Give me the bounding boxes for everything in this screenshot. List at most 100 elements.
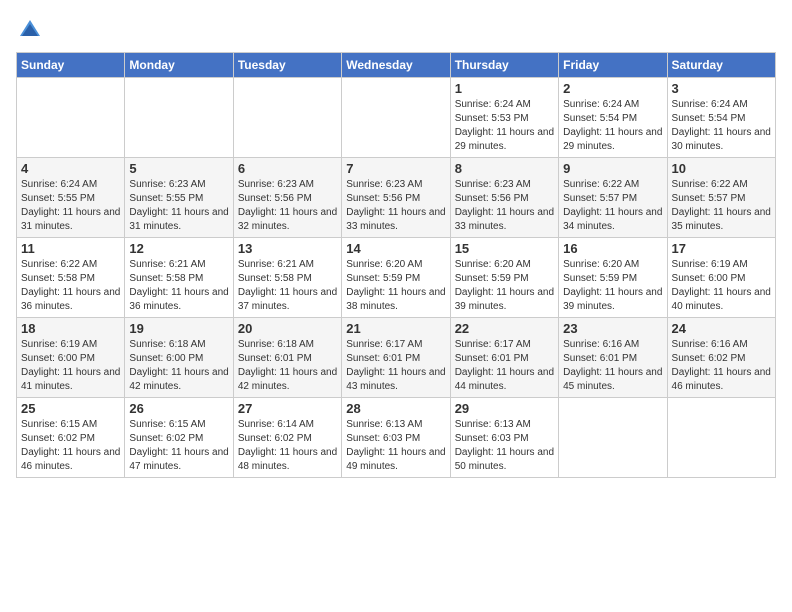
calendar: SundayMondayTuesdayWednesdayThursdayFrid… xyxy=(16,52,776,478)
day-info: Sunrise: 6:19 AMSunset: 6:00 PMDaylight:… xyxy=(21,338,120,394)
header-sunday: Sunday xyxy=(17,53,125,78)
header xyxy=(16,16,776,44)
day-number: 22 xyxy=(455,321,554,336)
calendar-cell: 13 Sunrise: 6:21 AMSunset: 5:58 PMDayligh… xyxy=(233,238,341,318)
day-info: Sunrise: 6:21 AMSunset: 5:58 PMDaylight:… xyxy=(238,258,337,314)
calendar-cell: 10 Sunrise: 6:22 AMSunset: 5:57 PMDayligh… xyxy=(667,158,775,238)
calendar-cell: 1Sunrise: 6:24 AMSunset: 5:53 PMDaylight… xyxy=(450,78,558,158)
day-info: Sunrise: 6:15 AMSunset: 6:02 PMDaylight:… xyxy=(129,418,228,474)
calendar-cell: 17 Sunrise: 6:19 AMSunset: 6:00 PMDayligh… xyxy=(667,238,775,318)
day-info: Sunrise: 6:23 AMSunset: 5:56 PMDaylight:… xyxy=(455,178,554,234)
calendar-cell: 22 Sunrise: 6:17 AMSunset: 6:01 PMDayligh… xyxy=(450,318,558,398)
calendar-cell: 21 Sunrise: 6:17 AMSunset: 6:01 PMDayligh… xyxy=(342,318,450,398)
page: SundayMondayTuesdayWednesdayThursdayFrid… xyxy=(0,0,792,612)
day-info: Sunrise: 6:16 AMSunset: 6:02 PMDaylight:… xyxy=(672,338,771,394)
day-info: Sunrise: 6:24 AMSunset: 5:54 PMDaylight:… xyxy=(563,98,662,154)
day-number: 26 xyxy=(129,401,228,416)
day-number: 11 xyxy=(21,241,120,256)
day-info: Sunrise: 6:17 AMSunset: 6:01 PMDaylight:… xyxy=(346,338,445,394)
day-number: 21 xyxy=(346,321,445,336)
calendar-header-row: SundayMondayTuesdayWednesdayThursdayFrid… xyxy=(17,53,776,78)
calendar-cell: 8 Sunrise: 6:23 AMSunset: 5:56 PMDaylight… xyxy=(450,158,558,238)
calendar-cell: 20 Sunrise: 6:18 AMSunset: 6:01 PMDayligh… xyxy=(233,318,341,398)
day-info: Sunrise: 6:18 AMSunset: 6:00 PMDaylight:… xyxy=(129,338,228,394)
day-number: 1 xyxy=(455,81,554,96)
calendar-cell: 26 Sunrise: 6:15 AMSunset: 6:02 PMDayligh… xyxy=(125,398,233,478)
week-row-3: 11 Sunrise: 6:22 AMSunset: 5:58 PMDayligh… xyxy=(17,238,776,318)
day-info: Sunrise: 6:20 AMSunset: 5:59 PMDaylight:… xyxy=(563,258,662,314)
day-number: 29 xyxy=(455,401,554,416)
calendar-cell: 2 Sunrise: 6:24 AMSunset: 5:54 PMDaylight… xyxy=(559,78,667,158)
calendar-cell xyxy=(125,78,233,158)
day-info: Sunrise: 6:14 AMSunset: 6:02 PMDaylight:… xyxy=(238,418,337,474)
calendar-cell xyxy=(342,78,450,158)
day-info: Sunrise: 6:20 AMSunset: 5:59 PMDaylight:… xyxy=(346,258,445,314)
day-number: 14 xyxy=(346,241,445,256)
day-number: 28 xyxy=(346,401,445,416)
calendar-cell: 4 Sunrise: 6:24 AMSunset: 5:55 PMDaylight… xyxy=(17,158,125,238)
day-number: 10 xyxy=(672,161,771,176)
day-info: Sunrise: 6:23 AMSunset: 5:56 PMDaylight:… xyxy=(346,178,445,234)
calendar-cell xyxy=(17,78,125,158)
week-row-4: 18Sunrise: 6:19 AMSunset: 6:00 PMDayligh… xyxy=(17,318,776,398)
day-number: 12 xyxy=(129,241,228,256)
day-number: 4 xyxy=(21,161,120,176)
day-number: 5 xyxy=(129,161,228,176)
calendar-cell: 9Sunrise: 6:22 AMSunset: 5:57 PMDaylight… xyxy=(559,158,667,238)
day-info: Sunrise: 6:19 AMSunset: 6:00 PMDaylight:… xyxy=(672,258,771,314)
calendar-cell: 24Sunrise: 6:16 AMSunset: 6:02 PMDayligh… xyxy=(667,318,775,398)
header-wednesday: Wednesday xyxy=(342,53,450,78)
day-info: Sunrise: 6:21 AMSunset: 5:58 PMDaylight:… xyxy=(129,258,228,314)
week-row-1: 1Sunrise: 6:24 AMSunset: 5:53 PMDaylight… xyxy=(17,78,776,158)
day-info: Sunrise: 6:23 AMSunset: 5:56 PMDaylight:… xyxy=(238,178,337,234)
calendar-cell: 15 Sunrise: 6:20 AMSunset: 5:59 PMDayligh… xyxy=(450,238,558,318)
calendar-cell: 7Sunrise: 6:23 AMSunset: 5:56 PMDaylight… xyxy=(342,158,450,238)
calendar-cell: 5 Sunrise: 6:23 AMSunset: 5:55 PMDaylight… xyxy=(125,158,233,238)
header-friday: Friday xyxy=(559,53,667,78)
calendar-cell: 18Sunrise: 6:19 AMSunset: 6:00 PMDayligh… xyxy=(17,318,125,398)
calendar-cell: 14 Sunrise: 6:20 AMSunset: 5:59 PMDayligh… xyxy=(342,238,450,318)
day-info: Sunrise: 6:17 AMSunset: 6:01 PMDaylight:… xyxy=(455,338,554,394)
day-number: 9 xyxy=(563,161,662,176)
day-number: 15 xyxy=(455,241,554,256)
calendar-cell xyxy=(559,398,667,478)
calendar-cell xyxy=(233,78,341,158)
day-info: Sunrise: 6:18 AMSunset: 6:01 PMDaylight:… xyxy=(238,338,337,394)
calendar-cell xyxy=(667,398,775,478)
day-number: 16 xyxy=(563,241,662,256)
day-number: 2 xyxy=(563,81,662,96)
day-info: Sunrise: 6:22 AMSunset: 5:57 PMDaylight:… xyxy=(672,178,771,234)
day-number: 3 xyxy=(672,81,771,96)
calendar-cell: 3Sunrise: 6:24 AMSunset: 5:54 PMDaylight… xyxy=(667,78,775,158)
header-tuesday: Tuesday xyxy=(233,53,341,78)
day-number: 27 xyxy=(238,401,337,416)
calendar-cell: 12 Sunrise: 6:21 AMSunset: 5:58 PMDayligh… xyxy=(125,238,233,318)
day-info: Sunrise: 6:23 AMSunset: 5:55 PMDaylight:… xyxy=(129,178,228,234)
calendar-cell: 28Sunrise: 6:13 AMSunset: 6:03 PMDayligh… xyxy=(342,398,450,478)
day-info: Sunrise: 6:13 AMSunset: 6:03 PMDaylight:… xyxy=(455,418,554,474)
calendar-cell: 16 Sunrise: 6:20 AMSunset: 5:59 PMDayligh… xyxy=(559,238,667,318)
day-number: 17 xyxy=(672,241,771,256)
day-number: 20 xyxy=(238,321,337,336)
week-row-2: 4 Sunrise: 6:24 AMSunset: 5:55 PMDaylight… xyxy=(17,158,776,238)
header-thursday: Thursday xyxy=(450,53,558,78)
day-info: Sunrise: 6:22 AMSunset: 5:58 PMDaylight:… xyxy=(21,258,120,314)
day-number: 19 xyxy=(129,321,228,336)
calendar-cell: 29 Sunrise: 6:13 AMSunset: 6:03 PMDayligh… xyxy=(450,398,558,478)
day-info: Sunrise: 6:20 AMSunset: 5:59 PMDaylight:… xyxy=(455,258,554,314)
calendar-cell: 23Sunrise: 6:16 AMSunset: 6:01 PMDayligh… xyxy=(559,318,667,398)
day-number: 6 xyxy=(238,161,337,176)
week-row-5: 25Sunrise: 6:15 AMSunset: 6:02 PMDayligh… xyxy=(17,398,776,478)
calendar-cell: 19 Sunrise: 6:18 AMSunset: 6:00 PMDayligh… xyxy=(125,318,233,398)
calendar-cell: 25Sunrise: 6:15 AMSunset: 6:02 PMDayligh… xyxy=(17,398,125,478)
day-info: Sunrise: 6:24 AMSunset: 5:55 PMDaylight:… xyxy=(21,178,120,234)
calendar-cell: 6 Sunrise: 6:23 AMSunset: 5:56 PMDaylight… xyxy=(233,158,341,238)
logo xyxy=(16,16,48,44)
day-info: Sunrise: 6:15 AMSunset: 6:02 PMDaylight:… xyxy=(21,418,120,474)
day-number: 13 xyxy=(238,241,337,256)
calendar-cell: 27 Sunrise: 6:14 AMSunset: 6:02 PMDayligh… xyxy=(233,398,341,478)
calendar-cell: 11 Sunrise: 6:22 AMSunset: 5:58 PMDayligh… xyxy=(17,238,125,318)
header-monday: Monday xyxy=(125,53,233,78)
header-saturday: Saturday xyxy=(667,53,775,78)
day-number: 8 xyxy=(455,161,554,176)
